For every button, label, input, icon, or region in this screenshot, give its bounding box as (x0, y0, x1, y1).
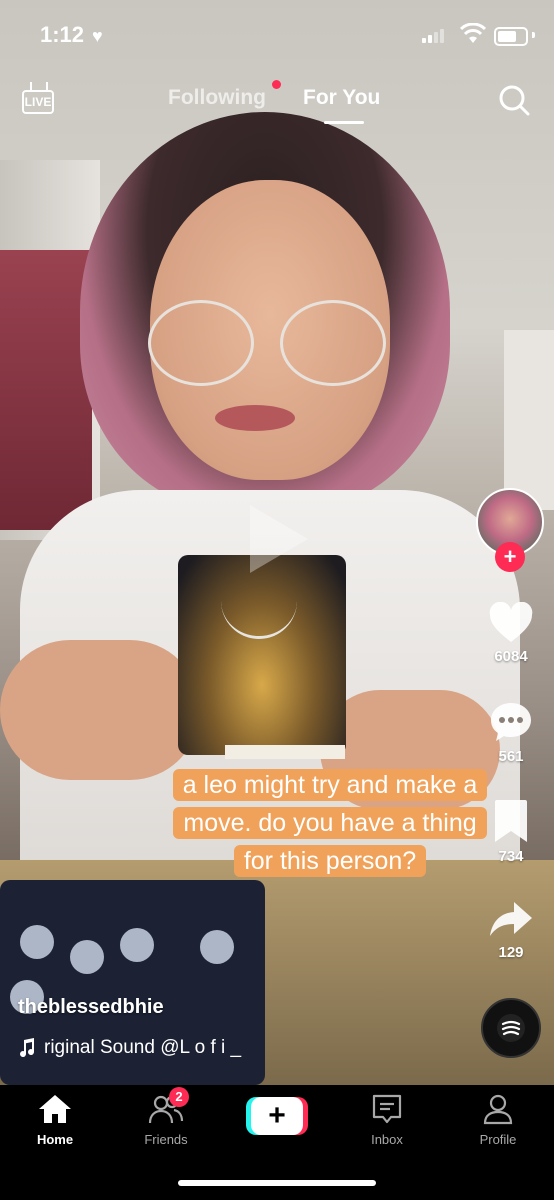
heart-icon (489, 602, 533, 642)
moon-phase-icon (120, 928, 154, 962)
music-disc-button[interactable] (481, 998, 541, 1058)
person-lips (215, 405, 295, 431)
nav-profile-label: Profile (479, 1132, 517, 1147)
creator-username[interactable]: theblessedbhie (18, 996, 164, 1019)
battery-nub (532, 32, 535, 38)
glasses-right-lens (280, 300, 386, 386)
share-button[interactable]: 129 (476, 900, 546, 961)
comment-count: 561 (498, 748, 524, 765)
nav-inbox[interactable]: Inbox (342, 1093, 432, 1147)
caption-line: a leo might try and make a (172, 769, 488, 801)
sound-info[interactable]: riginal Sound @L o f i _ (18, 1037, 314, 1059)
nav-profile[interactable]: Profile (453, 1093, 543, 1147)
profile-icon (483, 1094, 513, 1125)
background-window (504, 330, 554, 510)
plus-icon: + (251, 1097, 303, 1135)
comment-button[interactable]: 561 (476, 700, 546, 765)
nav-friends-label: Friends (144, 1132, 188, 1147)
video-caption: a leo might try and make a move. do you … (140, 766, 520, 880)
battery-icon (494, 27, 528, 46)
inbox-icon (372, 1094, 402, 1124)
music-note-icon (20, 1038, 35, 1058)
moon-phase-icon (70, 940, 104, 974)
person-left-hand (0, 640, 200, 780)
nav-home[interactable]: Home (10, 1093, 100, 1147)
focus-heart-icon: ♥ (92, 26, 103, 46)
home-indicator[interactable] (178, 1180, 376, 1186)
moon-phase-icon (20, 925, 54, 959)
tab-following[interactable]: Following (168, 86, 266, 110)
tab-for-you[interactable]: For You (303, 86, 380, 110)
sound-title: riginal Sound @L o f i _ (44, 1037, 242, 1058)
play-icon[interactable] (250, 505, 308, 573)
friends-notification-badge: 2 (169, 1087, 189, 1107)
tv-antenna-icon (30, 82, 48, 90)
caption-line: move. do you have a thing (173, 807, 487, 839)
live-button[interactable]: LIVE (22, 82, 56, 114)
search-icon[interactable] (498, 84, 530, 116)
follow-button[interactable]: + (495, 542, 525, 572)
new-content-dot (272, 80, 281, 89)
nav-inbox-label: Inbox (371, 1132, 403, 1147)
caption-line: for this person? (233, 845, 427, 877)
like-button[interactable]: 6084 (476, 602, 546, 665)
cellular-signal-icon (422, 27, 448, 43)
share-arrow-icon (490, 902, 532, 936)
comment-icon (491, 703, 531, 741)
status-time: 1:12 (40, 22, 85, 47)
active-tab-indicator (324, 121, 364, 124)
like-count: 6084 (494, 648, 528, 665)
music-disc-icon (497, 1014, 525, 1042)
video-player[interactable] (0, 0, 554, 1085)
home-icon (39, 1095, 71, 1123)
moon-phase-icon (200, 930, 234, 964)
nav-home-label: Home (36, 1132, 74, 1147)
card-label-strip (225, 745, 345, 759)
nav-friends[interactable]: 2 Friends (121, 1087, 211, 1147)
create-button[interactable]: + (246, 1097, 308, 1135)
live-label: LIVE (22, 90, 54, 114)
status-bar: 1:12 ♥ (0, 0, 554, 70)
wifi-icon (460, 23, 486, 43)
share-count: 129 (498, 944, 524, 961)
glasses-left-lens (148, 300, 254, 386)
